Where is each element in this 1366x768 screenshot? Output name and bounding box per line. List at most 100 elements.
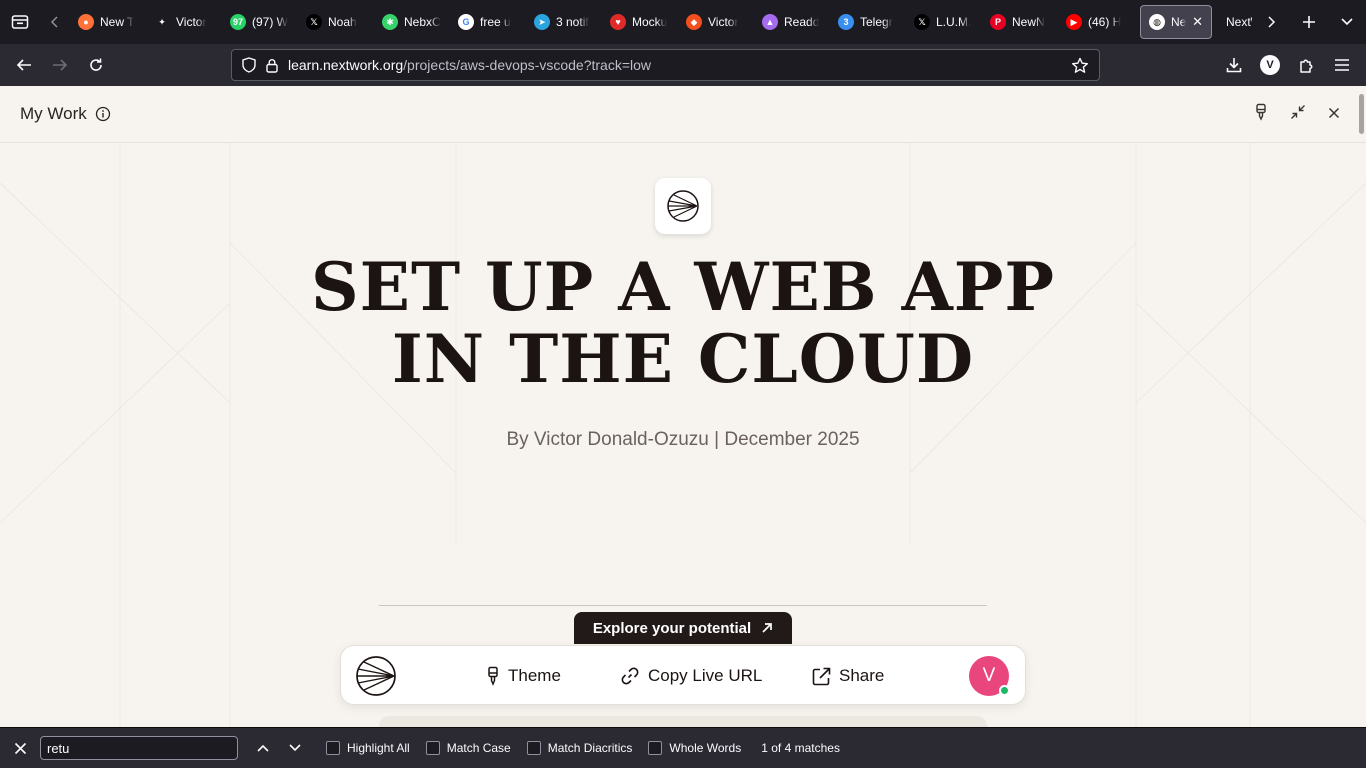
find-previous-button[interactable] [248,733,278,763]
green-app-icon: ✱ [382,14,398,30]
copy-live-url-label: Copy Live URL [648,666,763,685]
user-avatar[interactable]: V [969,656,1010,696]
find-in-page-bar: Highlight All Match Case Match Diacritic… [0,727,1366,768]
match-diacritics-option[interactable]: Match Diacritics [526,741,633,755]
page-scrollbar-thumb[interactable] [1359,94,1364,134]
tab[interactable]: ◆ Victor [678,5,754,39]
account-button[interactable]: V [1252,49,1288,81]
toolbar-logo[interactable] [355,655,397,702]
extensions-button[interactable] [1288,49,1324,81]
new-tab-button[interactable] [1290,0,1328,44]
tab-strip: ● New T ✦ Victor 97 (97) W 𝕏 Noah ✱ NebxC Gfree u ➤… [0,0,1366,44]
find-bar-close-button[interactable] [0,728,40,768]
whole-words-option[interactable]: Whole Words [648,741,741,755]
mockup-icon: ♥ [610,14,626,30]
tabstrip-controls [1252,0,1366,44]
reload-button[interactable] [78,49,114,81]
project-hero: SET UP A WEB APP IN THE CLOUD By Victor … [0,143,1366,727]
tab[interactable]: ▶ (46) H [1058,5,1134,39]
chevron-down-icon [289,744,301,752]
telegram-badge-icon: 3 [838,14,854,30]
tab[interactable]: 3 Telegr [830,5,906,39]
tab-label: NebxC [404,15,441,29]
link-icon [621,667,639,685]
tab-list: ● New T ✦ Victor 97 (97) W 𝕏 Noah ✱ NebxC Gfree u ➤… [70,0,1252,44]
back-button[interactable] [6,49,42,81]
address-bar[interactable]: learn.nextwork.org/projects/aws-devops-v… [231,49,1100,81]
match-case-option[interactable]: Match Case [425,741,511,755]
tab-label: NewN [1012,15,1045,29]
find-input[interactable] [40,736,238,760]
tab[interactable]: ✱ NebxC [374,5,450,39]
tab[interactable]: 𝕏 Noah [298,5,374,39]
url-host: learn.nextwork.org [288,57,404,73]
tab[interactable]: ▲ Readd [754,5,830,39]
firefox-view-button[interactable] [0,0,40,44]
sparkle-icon: ✦ [158,16,166,27]
lock-icon[interactable] [266,58,278,73]
minimize-icon[interactable] [1290,104,1306,125]
firefox-view-icon [11,15,29,29]
theme-marker-icon[interactable] [1254,103,1268,126]
arrow-up-right-icon [762,623,773,633]
match-diacritics-label: Match Diacritics [547,741,633,755]
tab-label: Mocku [632,15,668,29]
shield-icon[interactable] [242,57,256,73]
highlight-all-checkbox[interactable] [326,741,340,755]
nextwork-icon: ◍ [1149,14,1165,30]
tab[interactable]: ➤ 3 notif [526,5,602,39]
find-next-button[interactable] [280,733,310,763]
tab-label: Telegr [860,15,893,29]
tab-label: Victor [708,15,739,29]
project-title-line-2: IN THE CLOUD [391,320,975,398]
info-icon[interactable] [95,106,111,122]
tab[interactable]: ♥ Mocku [602,5,678,39]
youtube-icon: ▶ [1066,14,1082,30]
project-toolbar: Theme Copy Live URL Share V [340,645,1026,705]
match-case-label: Match Case [446,741,511,755]
match-diacritics-checkbox[interactable] [526,741,541,755]
tab[interactable]: 97 (97) W [222,5,298,39]
arrow-right-icon [53,59,68,71]
tab[interactable]: P NewN [982,5,1058,39]
tab-label: New T [100,15,135,29]
find-match-status: 1 of 4 matches [761,741,840,755]
tab[interactable]: ✦ Victor [146,5,222,39]
tab-label: free u [480,15,511,29]
forward-button[interactable] [42,49,78,81]
download-icon [1226,58,1242,73]
list-all-tabs-button[interactable] [1328,0,1366,44]
tabs-scroll-left-button[interactable] [40,0,70,44]
downloads-button[interactable] [1216,49,1252,81]
page-title: My Work [20,104,87,123]
google-icon: G [458,14,474,30]
tab[interactable]: 𝕏 L.U.M. [906,5,982,39]
whole-words-checkbox[interactable] [648,741,663,755]
tab-label: Nex [1171,15,1187,29]
tab[interactable]: ● New T [70,5,146,39]
bookmark-star-icon[interactable] [1071,57,1089,74]
arrow-left-icon [16,59,31,71]
close-tab-icon[interactable]: ✕ [1192,14,1203,30]
tab[interactable]: Gfree u [450,5,526,39]
share-button[interactable]: Share [812,646,884,706]
copy-live-url-button[interactable]: Copy Live URL [620,646,762,706]
highlight-all-option[interactable]: Highlight All [326,741,410,755]
close-icon[interactable] [1328,106,1340,124]
url-text[interactable]: learn.nextwork.org/projects/aws-devops-v… [288,57,1061,73]
tab-active[interactable]: ◍ Nex ✕ [1140,5,1212,39]
tabs-scroll-right-button[interactable] [1252,0,1290,44]
explore-your-potential-button[interactable]: Explore your potential [574,612,792,644]
tab-label: (97) W [252,15,288,29]
reload-icon [90,58,102,71]
theme-button[interactable]: Theme [486,646,561,706]
chevron-left-icon [50,16,58,28]
app-menu-button[interactable] [1324,49,1360,81]
telegram-icon: ➤ [534,14,550,30]
theme-label: Theme [508,666,561,685]
match-case-checkbox[interactable] [425,741,440,755]
hamburger-menu-icon [1335,59,1349,71]
tab-label: (46) H [1088,15,1122,29]
chevron-down-icon [1341,18,1353,26]
tab[interactable]: NextW [1218,5,1252,39]
